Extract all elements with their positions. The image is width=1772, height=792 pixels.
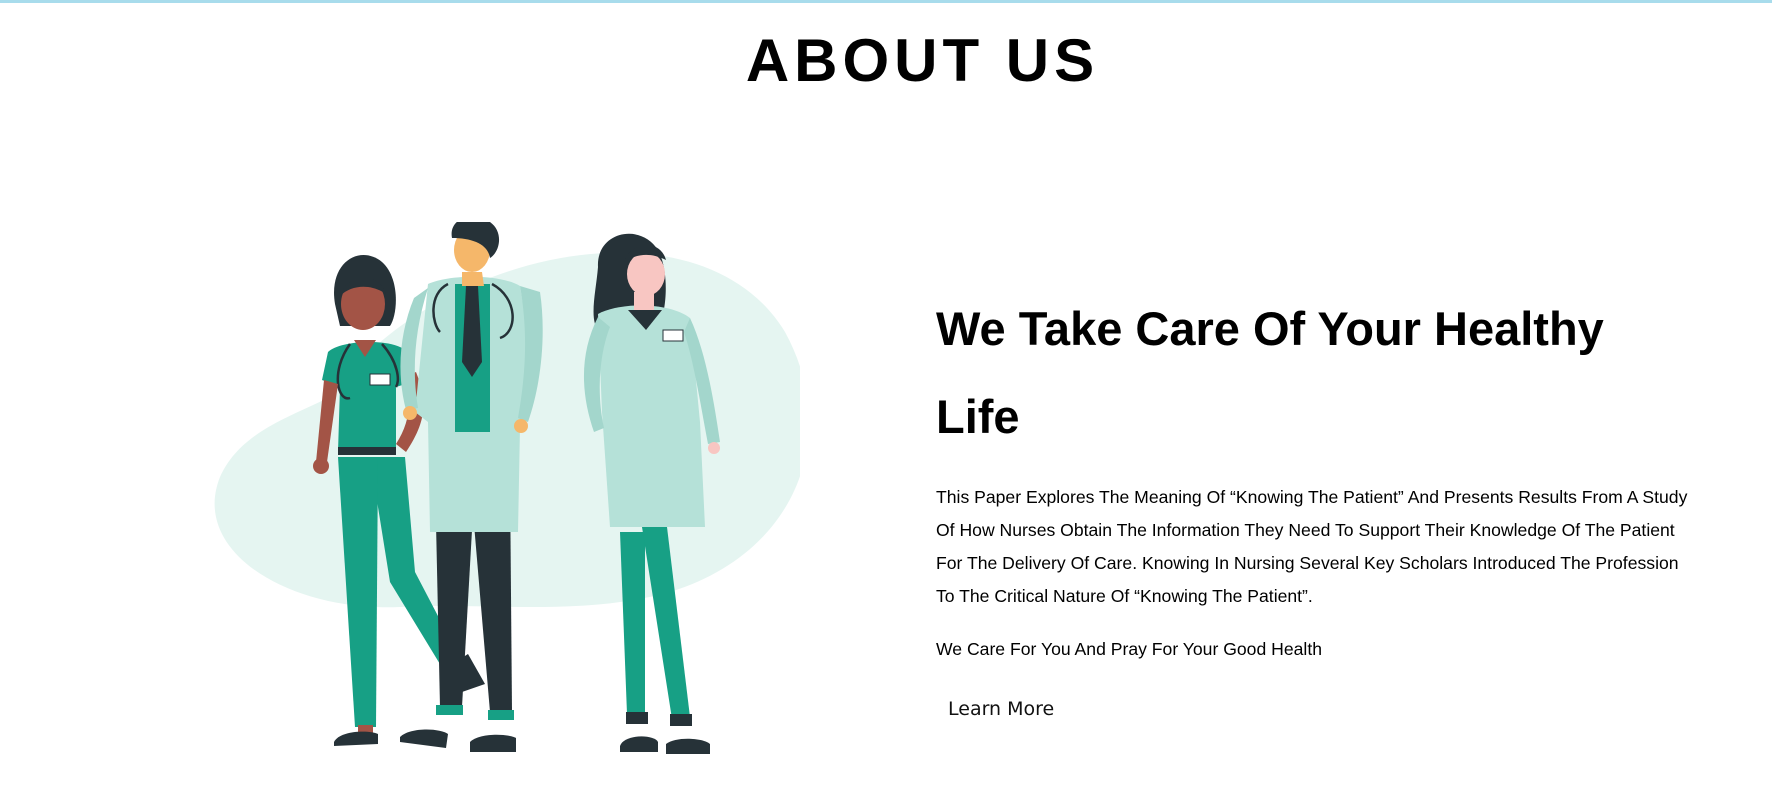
learn-more-button[interactable]: Learn More [936, 690, 1066, 728]
medical-team-illustration [214, 222, 800, 754]
about-content: We Take Care Of Your Healthy Life This P… [936, 285, 1696, 728]
about-paragraph: This Paper Explores The Meaning Of “Know… [936, 487, 1688, 606]
top-accent-strip [0, 0, 1772, 3]
about-tagline: We Care For You And Pray For Your Good H… [936, 639, 1322, 659]
about-headline: We Take Care Of Your Healthy Life [936, 302, 1604, 443]
page-title: ABOUT US [745, 27, 1100, 94]
